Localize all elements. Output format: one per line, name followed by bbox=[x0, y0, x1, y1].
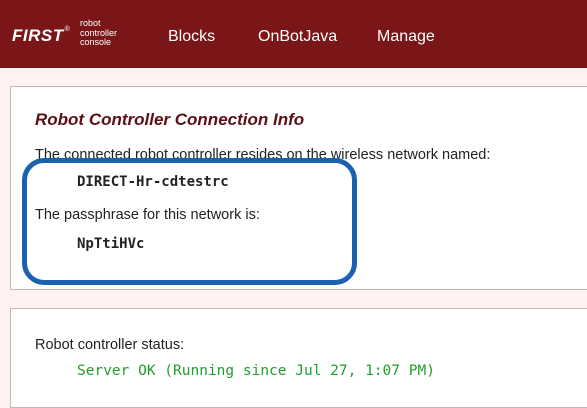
highlight-annotation-box bbox=[22, 158, 357, 285]
nav-onbotjava[interactable]: OnBotJava bbox=[258, 28, 337, 46]
status-panel: Robot controller status: Server OK (Runn… bbox=[10, 308, 587, 408]
status-value: Server OK (Running since Jul 27, 1:07 PM… bbox=[77, 363, 435, 379]
console-logo-line-3: console bbox=[80, 37, 112, 47]
connection-info-title: Robot Controller Connection Info bbox=[35, 110, 305, 129]
first-logo[interactable]: FIRST® bbox=[12, 26, 70, 46]
registered-mark: ® bbox=[64, 26, 71, 33]
console-logo-text: robot controller console bbox=[80, 18, 117, 48]
nav-manage[interactable]: Manage bbox=[377, 28, 435, 46]
status-label: Robot controller status: bbox=[35, 337, 185, 353]
nav-blocks[interactable]: Blocks bbox=[168, 28, 215, 46]
first-logo-text: FIRST bbox=[12, 26, 64, 45]
top-navigation-bar: FIRST® robot controller console Blocks O… bbox=[0, 0, 587, 68]
